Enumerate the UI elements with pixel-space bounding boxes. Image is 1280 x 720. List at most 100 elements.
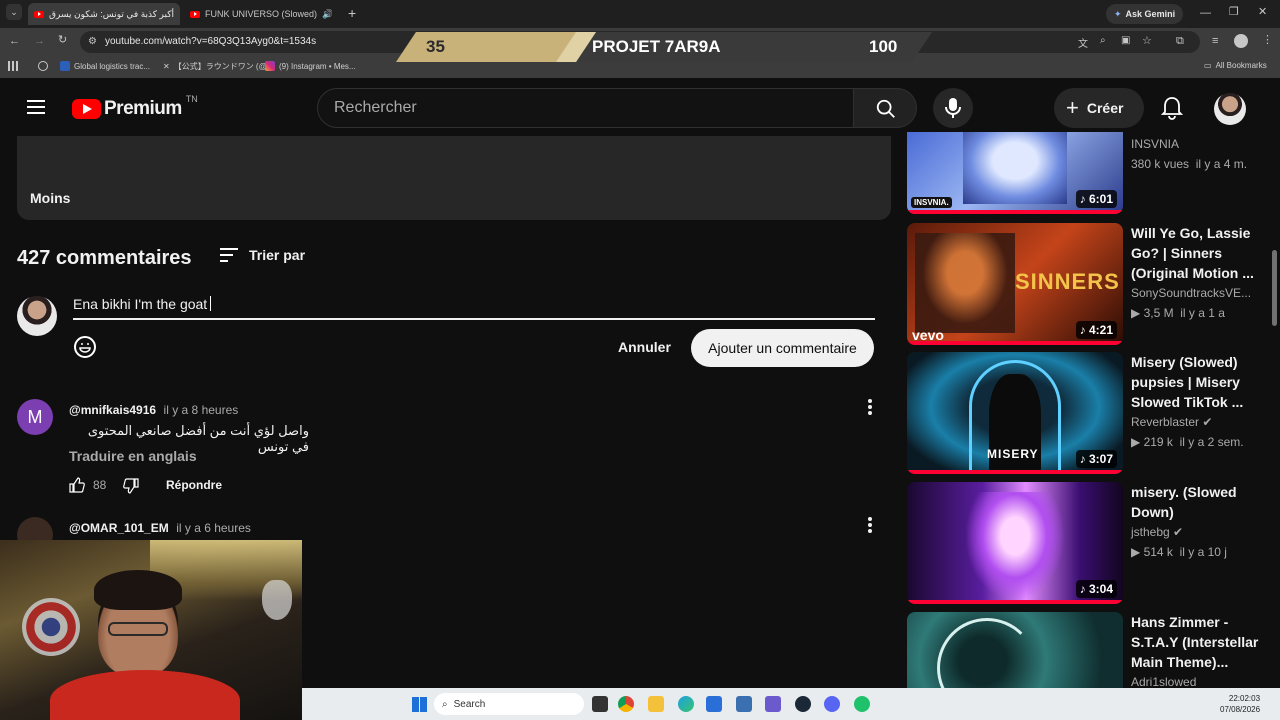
notifications-bell-icon[interactable] — [1161, 96, 1183, 120]
all-bookmarks-button[interactable]: ▭ All Bookmarks — [1204, 61, 1267, 70]
audio-playing-icon[interactable]: 🔊 — [322, 9, 332, 20]
globe-icon[interactable] — [38, 61, 48, 71]
zoom-icon[interactable]: ⌕ — [1100, 35, 1106, 46]
teams-icon[interactable] — [765, 696, 781, 712]
bookmark-item[interactable]: (9) Instagram • Mes... — [265, 61, 356, 71]
discord-icon[interactable] — [824, 696, 840, 712]
create-button[interactable]: + Créer — [1054, 88, 1144, 128]
instagram-icon — [265, 61, 275, 71]
task-view-icon[interactable] — [592, 696, 608, 712]
steam-icon[interactable] — [795, 696, 811, 712]
thumb-figure — [965, 492, 1065, 602]
gemini-sparkle-icon: ✦ — [1114, 8, 1122, 19]
voice-search-button[interactable] — [933, 88, 973, 128]
profile-avatar[interactable] — [1234, 34, 1248, 48]
bookmark-label: (9) Instagram • Mes... — [279, 61, 356, 71]
hamburger-menu-icon[interactable] — [27, 100, 45, 114]
comment-author[interactable]: @OMAR_101_EM — [69, 521, 169, 535]
search-button[interactable] — [853, 88, 917, 128]
thumb-brand-text: MISERY — [987, 447, 1039, 461]
video-title[interactable]: Will Ye Go, Lassie Go? | Sinners (Origin… — [1131, 223, 1259, 283]
video-title[interactable]: misery. (Slowed Down) — [1131, 482, 1259, 522]
banner-right-number: 100 — [869, 37, 898, 56]
bookmark-star-icon[interactable]: ☆ — [1142, 34, 1152, 47]
streamer-hair — [94, 570, 182, 610]
translate-link[interactable]: Traduire en anglais — [69, 448, 197, 464]
show-less-button[interactable]: Moins — [30, 190, 70, 206]
forward-icon[interactable]: → — [34, 36, 45, 47]
channel-name[interactable]: Adri1slowed — [1131, 675, 1196, 688]
channel-name[interactable]: jsthebg ✔ — [1131, 525, 1183, 539]
related-video[interactable]: SINNERS vevo ♪ 4:21 Will Ye Go, Lassie G… — [907, 223, 1267, 345]
related-video[interactable]: ♪ 3:04 misery. (Slowed Down) jsthebg ✔ ▶… — [907, 482, 1267, 604]
comment-time[interactable]: il y a 6 heures — [176, 521, 251, 535]
bookmark-label: 【公式】ラウンドワン (@... — [173, 62, 274, 71]
comment-menu-icon[interactable] — [868, 517, 872, 535]
like-icon[interactable] — [69, 477, 85, 493]
dislike-icon[interactable] — [123, 478, 139, 494]
tab-active[interactable]: أكبر كذبة في تونس: شكون يسرق ✕ — [28, 3, 180, 25]
taskbar-clock[interactable]: 22:02:03 07/08/2026 — [1220, 693, 1260, 715]
comment-avatar[interactable]: M — [17, 399, 53, 435]
cast-icon[interactable]: ▣ — [1121, 35, 1130, 46]
video-thumbnail[interactable]: MISERY ♪ 3:07 — [907, 352, 1123, 474]
bookmark-item[interactable]: ✕ 【公式】ラウンドワン (@... — [163, 61, 273, 72]
chrome-icon[interactable] — [618, 696, 634, 712]
sort-button[interactable]: Trier par — [219, 247, 305, 263]
app-icon[interactable] — [736, 696, 752, 712]
related-video[interactable]: INSVNIA. ♪ 6:01 INSVNIA 380 k vues il y … — [907, 132, 1267, 216]
add-comment-button[interactable]: Ajouter un commentaire — [691, 329, 874, 367]
edge-icon[interactable] — [678, 696, 694, 712]
tab-funk-universo[interactable]: FUNK UNIVERSO (Slowed) 🔊 ✕ — [184, 3, 332, 25]
channel-name[interactable]: INSVNIA — [1131, 137, 1179, 151]
windows-start-icon[interactable] — [412, 697, 427, 712]
youtube-logo[interactable]: Premium TN — [72, 94, 198, 120]
comment-menu-icon[interactable] — [868, 399, 872, 417]
comment-time[interactable]: il y a 8 heures — [164, 403, 239, 417]
video-thumbnail[interactable]: ♪ 3:04 — [907, 482, 1123, 604]
minimize-icon[interactable]: — — [1200, 8, 1211, 19]
streamer-shirt — [50, 670, 240, 720]
new-tab-button[interactable]: + — [348, 6, 356, 20]
taskbar-search-box[interactable]: ⌕ Search — [434, 693, 584, 715]
back-icon[interactable]: ← — [9, 36, 20, 47]
video-thumbnail[interactable]: INSVNIA. ♪ 6:01 — [907, 132, 1123, 214]
channel-name[interactable]: Reverblaster ✔ — [1131, 415, 1212, 429]
related-video[interactable]: Hans Zimmer - S.T.A.Y (Interstellar Main… — [907, 612, 1267, 688]
reply-button[interactable]: Répondre — [166, 478, 222, 492]
search-input[interactable]: Rechercher — [317, 88, 854, 128]
bookmark-item[interactable]: Global logistics trac... — [60, 61, 150, 71]
close-window-icon[interactable]: ✕ — [1258, 7, 1267, 18]
app-green-icon[interactable] — [854, 696, 870, 712]
file-explorer-icon[interactable] — [648, 696, 664, 712]
related-video[interactable]: MISERY ♪ 3:07 Misery (Slowed) pupsies | … — [907, 352, 1267, 474]
comment-input[interactable]: Ena bikhi I'm the goat — [73, 296, 875, 320]
url-text[interactable]: youtube.com/watch?v=68Q3Q13Ayg0&t=1534s — [105, 36, 316, 47]
translate-icon[interactable]: 文 — [1078, 35, 1088, 50]
watch-progress-bar — [907, 600, 1123, 604]
captain-america-shield — [22, 598, 80, 656]
video-thumbnail[interactable]: SINNERS vevo ♪ 4:21 — [907, 223, 1123, 345]
site-info-icon[interactable]: ⚙ — [88, 36, 97, 47]
menu-kebab-icon[interactable]: ⋮ — [1262, 35, 1273, 46]
cancel-button[interactable]: Annuler — [618, 339, 671, 355]
real-madrid-crest — [262, 580, 292, 620]
extensions-icon[interactable]: ⧉ — [1176, 36, 1184, 47]
account-avatar[interactable] — [1214, 93, 1246, 125]
apps-grid-icon[interactable] — [8, 61, 18, 71]
emoji-icon[interactable] — [73, 335, 97, 359]
channel-name[interactable]: SonySoundtracksVE... — [1131, 286, 1251, 300]
tab-search-icon[interactable]: ⌄ — [6, 4, 22, 20]
reload-icon[interactable]: ↻ — [58, 35, 67, 46]
video-title[interactable]: Hans Zimmer - S.T.A.Y (Interstellar Main… — [1131, 612, 1259, 672]
store-icon[interactable] — [706, 696, 722, 712]
ask-gemini-button[interactable]: ✦ Ask Gemini — [1106, 4, 1184, 24]
comment-author[interactable]: @mnifkais4916 — [69, 403, 156, 417]
close-tab-icon[interactable]: ✕ — [179, 9, 180, 20]
video-title[interactable]: Misery (Slowed) pupsies | Misery Slowed … — [1131, 352, 1259, 412]
media-icon[interactable]: ≡ — [1212, 36, 1218, 47]
maximize-icon[interactable]: ❐ — [1229, 7, 1239, 18]
sidebar-scrollbar[interactable] — [1272, 250, 1277, 326]
video-thumbnail[interactable] — [907, 612, 1123, 688]
anime-figure — [963, 132, 1067, 204]
